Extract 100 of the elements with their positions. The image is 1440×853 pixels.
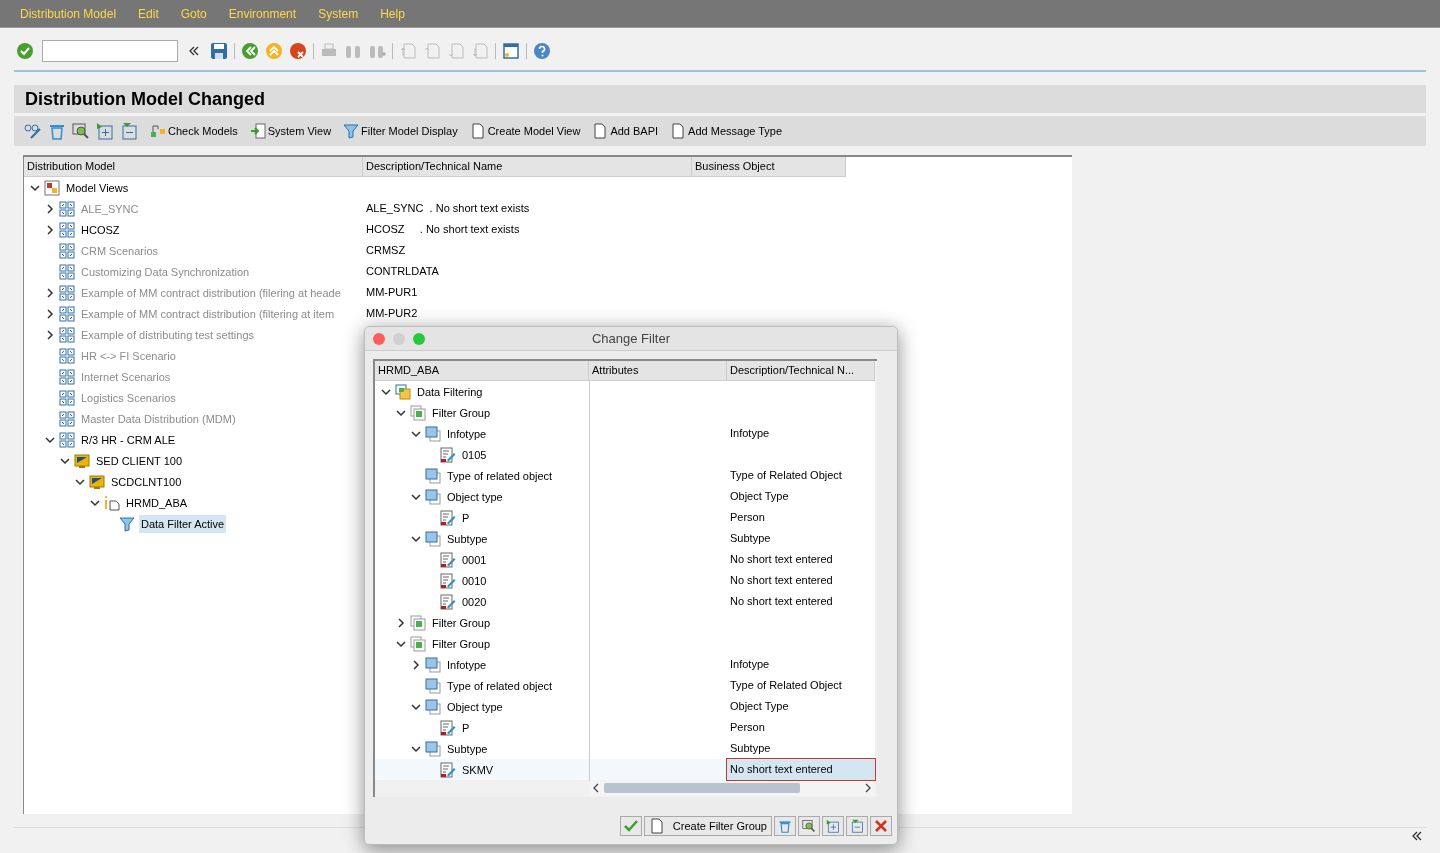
chevron-icon[interactable] [45, 308, 55, 319]
chevron-icon[interactable] [45, 287, 55, 298]
expand-arrows-icon[interactable] [1411, 830, 1423, 842]
cancel-icon[interactable] [289, 42, 307, 60]
tree-item[interactable]: 0010 [460, 571, 489, 590]
help-icon[interactable] [533, 42, 551, 60]
description-cell[interactable]: No short text entered [727, 759, 875, 780]
confirm-button[interactable] [619, 816, 642, 836]
toolbar-button[interactable]: Check Models [150, 122, 238, 140]
tree-item[interactable]: SKMV [460, 760, 496, 779]
chevron-icon[interactable] [411, 491, 421, 502]
toolbar-button[interactable]: Filter Model Display [343, 122, 458, 140]
tree-item[interactable]: 0020 [460, 592, 489, 611]
tree-item[interactable]: SCDCLNT100 [109, 472, 184, 491]
column-header[interactable]: Description/Technical N... [727, 361, 875, 381]
tree-item[interactable]: Data Filtering [415, 382, 485, 401]
tree-item[interactable]: Filter Group [430, 634, 493, 653]
window-icon[interactable] [502, 42, 520, 60]
tree-item[interactable]: HRMD_ABA [124, 493, 190, 512]
tree-item[interactable]: 0001 [460, 550, 489, 569]
toolbar-button[interactable]: Create Model View [469, 122, 581, 140]
chevron-icon[interactable] [90, 497, 100, 508]
chevron-icon[interactable] [45, 434, 55, 445]
cancel-button[interactable] [870, 816, 892, 836]
tree-item[interactable]: CRM Scenarios [79, 241, 161, 260]
trash-icon[interactable] [48, 122, 66, 140]
tree-item[interactable]: Example of MM contract distribution (filering at heade [79, 283, 343, 302]
tree-item[interactable]: Example of distributing test settings [79, 325, 257, 344]
tree-item[interactable]: R/3 HR - CRM ALE [79, 430, 178, 449]
column-header[interactable]: Description/Technical Name [363, 157, 692, 177]
tree-item[interactable]: Internet Scenarios [79, 367, 173, 386]
scrollbar-thumb[interactable] [604, 783, 800, 793]
chevron-icon[interactable] [396, 638, 406, 649]
page-title: Distribution Model Changed [25, 87, 265, 111]
chevron-icon[interactable] [411, 428, 421, 439]
check-icon[interactable] [16, 42, 34, 60]
chevron-icon[interactable] [396, 617, 406, 628]
chevron-icon[interactable] [60, 455, 70, 466]
column-header[interactable]: HRMD_ABA [375, 361, 589, 381]
tree-item[interactable]: Type of related object [445, 676, 555, 695]
scroll-right-icon[interactable] [864, 783, 872, 793]
tree-item[interactable]: Data Filter Active [139, 514, 227, 533]
chevron-icon[interactable] [411, 701, 421, 712]
expand-button[interactable] [822, 816, 844, 836]
chevron-icon[interactable] [411, 659, 421, 670]
tree-item[interactable]: Customizing Data Synchronization [79, 262, 252, 281]
tree-item[interactable]: Example of MM contract distribution (filtering at item [79, 304, 337, 323]
column-header[interactable]: Distribution Model [24, 157, 363, 177]
chevron-icon[interactable] [396, 407, 406, 418]
tree-item[interactable]: 0105 [460, 445, 489, 464]
tree-item[interactable]: SED CLIENT 100 [94, 451, 184, 470]
tree-item[interactable]: HR <-> FI Scenario [79, 346, 178, 365]
tree-item[interactable]: Filter Group [430, 613, 493, 632]
tree-item[interactable]: Type of related object [445, 466, 555, 485]
collapse-button[interactable] [846, 816, 868, 836]
create-filter-group-button[interactable]: Create Filter Group [643, 816, 772, 836]
chevron-icon[interactable] [45, 203, 55, 214]
tree-item[interactable]: Filter Group [430, 403, 493, 422]
save-icon[interactable] [210, 42, 228, 60]
chevron-icon[interactable] [411, 533, 421, 544]
zoom-button[interactable] [798, 816, 820, 836]
tree-item[interactable]: Subtype [445, 529, 490, 548]
tree-item[interactable]: P [460, 508, 472, 527]
tree-item[interactable]: Object type [445, 487, 505, 506]
tree-item[interactable]: Logistics Scenarios [79, 388, 178, 407]
tree-item[interactable]: Model Views [64, 178, 131, 197]
glasses-pencil-icon[interactable] [24, 122, 42, 140]
tree-item[interactable]: Infotype [445, 424, 489, 443]
zoom-icon[interactable] [72, 122, 90, 140]
tree-item[interactable]: Subtype [445, 739, 490, 758]
stacked-squares-icon [425, 467, 441, 484]
stacked-squares-icon [425, 656, 441, 673]
horizontal-scrollbar[interactable] [589, 780, 875, 796]
chevron-icon[interactable] [75, 476, 85, 487]
toolbar-button[interactable]: Add BAPI [592, 122, 659, 140]
tree-item[interactable]: Infotype [445, 655, 489, 674]
command-field[interactable] [42, 40, 178, 62]
column-header[interactable]: Attributes [589, 361, 727, 381]
tree-item[interactable]: P [460, 718, 472, 737]
chevron-icon[interactable] [45, 329, 55, 340]
scroll-left-icon[interactable] [592, 783, 600, 793]
chevron-icon[interactable] [45, 224, 55, 235]
chevron-icon[interactable] [30, 182, 40, 193]
chevron-icon[interactable] [381, 386, 391, 397]
tree-item[interactable]: Object type [445, 697, 505, 716]
expand-icon[interactable] [96, 122, 114, 140]
arrows-grid-icon [59, 305, 75, 322]
document-icon [469, 123, 486, 139]
delete-button[interactable] [774, 816, 796, 836]
toolbar-button[interactable]: Add Message Type [670, 122, 783, 140]
chevron-icon[interactable] [411, 743, 421, 754]
arrows-grid-icon [59, 410, 75, 427]
back-icon[interactable] [241, 42, 259, 60]
tree-item[interactable]: HCOSZ [79, 220, 122, 239]
collapse-icon[interactable] [188, 45, 200, 57]
tree-item[interactable]: Master Data Distribution (MDM) [79, 409, 238, 428]
column-header[interactable]: Business Object [692, 157, 846, 177]
folder-icon [44, 179, 60, 196]
toolbar-button[interactable]: System View [249, 122, 332, 140]
tree-item[interactable]: ALE_SYNC [79, 199, 141, 218]
